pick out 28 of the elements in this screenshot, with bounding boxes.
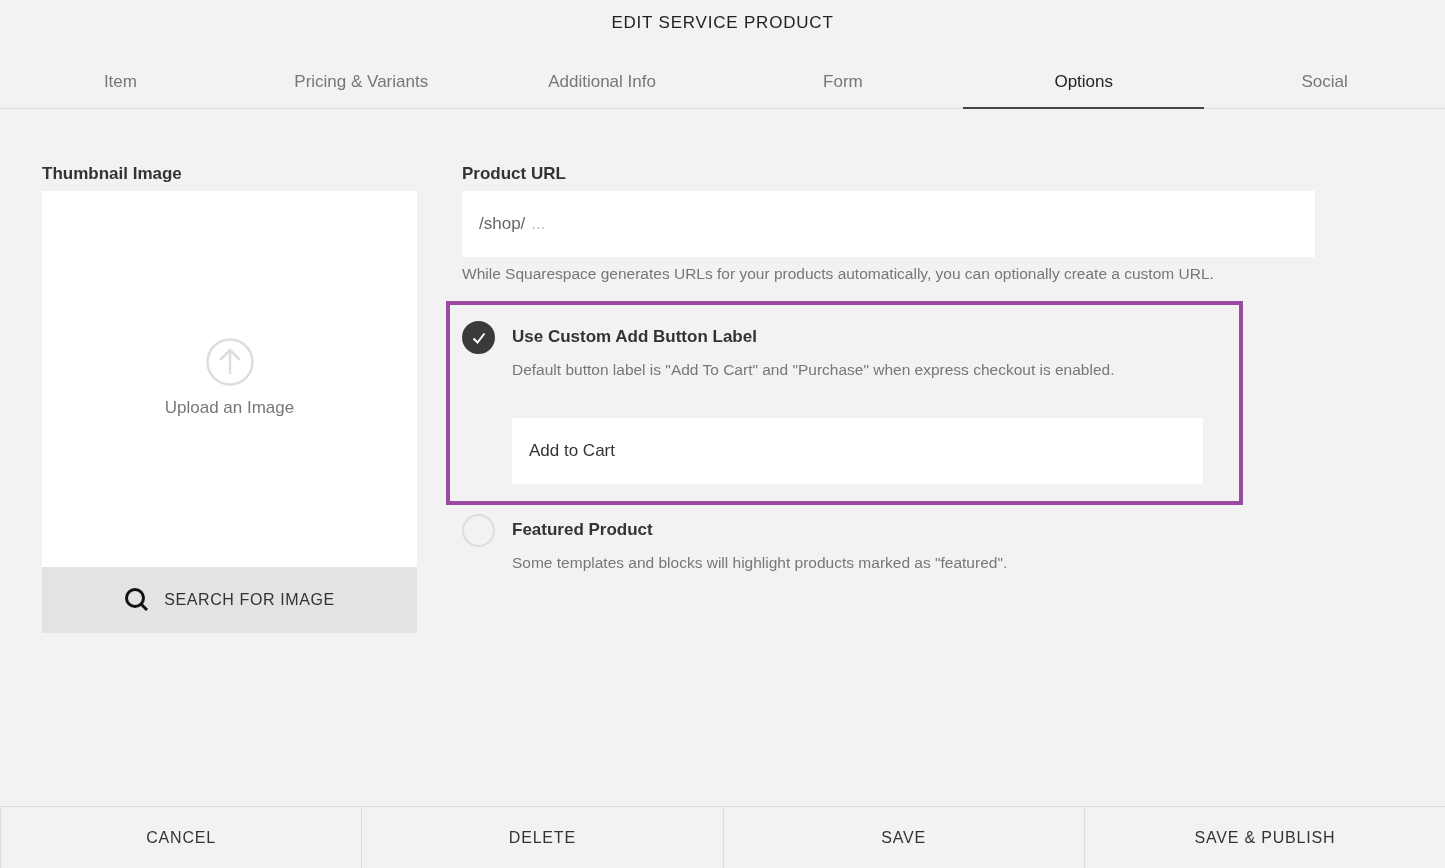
option-description: Some templates and blocks will highlight products marked as "featured".	[512, 554, 1008, 572]
field-label: Product URL	[462, 164, 567, 183]
url-input[interactable]: ...	[531, 214, 1315, 234]
tab[interactable]: Options	[963, 39, 1205, 109]
search-image-button[interactable]: SEARCH FOR IMAGE	[42, 567, 417, 633]
check-icon	[471, 331, 486, 344]
url-field[interactable]: /shop/ ...	[462, 191, 1315, 257]
field-label: Thumbnail Image	[42, 164, 183, 183]
help-text: While Squarespace generates URLs for your products automatically, you can optionally create a custom URL.	[462, 265, 1215, 283]
upload-icon	[205, 338, 254, 386]
checkbox[interactable]	[462, 321, 495, 354]
tab[interactable]: Item	[0, 39, 241, 109]
window-title: EDIT SERVICE PRODUCT	[610, 12, 835, 34]
tab[interactable]: Social	[1204, 39, 1445, 109]
footer-button[interactable]: SAVE	[722, 807, 1084, 868]
footer-button[interactable]: DELETE	[361, 807, 723, 868]
footer-button[interactable]: SAVE & PUBLISH	[1083, 807, 1445, 868]
image-dropzone[interactable]: Upload an Image	[42, 191, 417, 567]
tab[interactable]: Additional Info	[481, 39, 723, 109]
upload-text: Upload an Image	[164, 398, 295, 418]
tab[interactable]: Form	[722, 39, 964, 109]
option-label: Use Custom Add Button Label	[512, 327, 758, 347]
tab[interactable]: Pricing & Variants	[240, 39, 482, 109]
option-label: Featured Product	[512, 520, 654, 540]
search-icon	[124, 587, 151, 613]
footer-button[interactable]: CANCEL	[0, 807, 362, 868]
label-field[interactable]: Add to Cart	[512, 418, 1203, 484]
option-description: Default button label is "Add To Cart" and "Purchase" when express checkout is enabled.	[512, 361, 1116, 379]
